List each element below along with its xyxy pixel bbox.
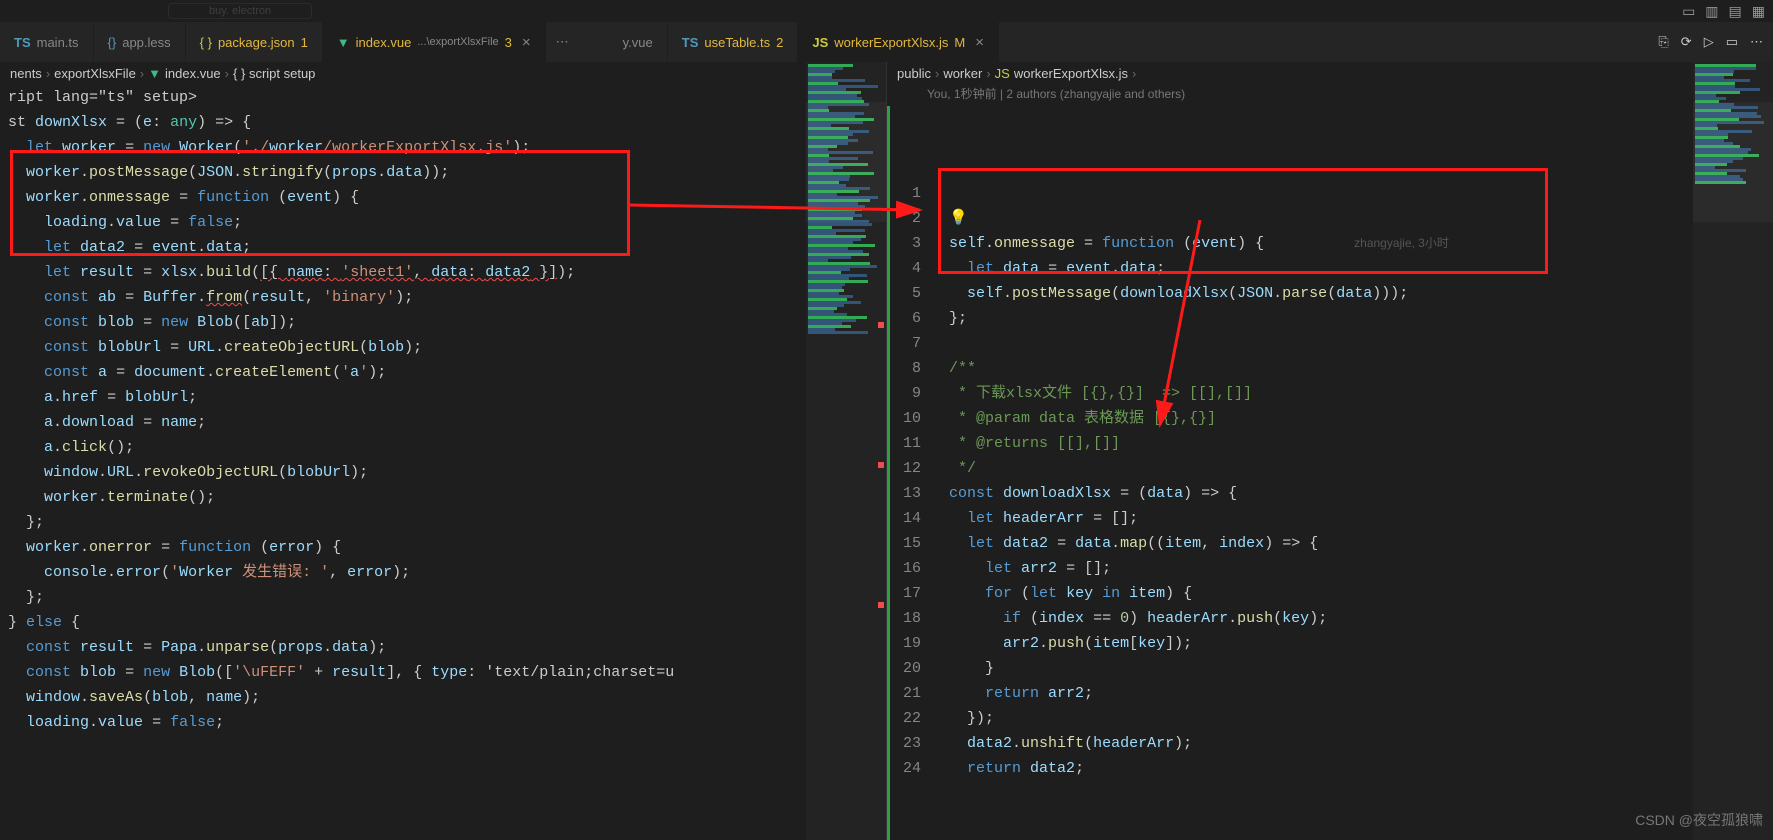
tab-index-vue[interactable]: ▼index.vue...\exportXlsxFile3×	[323, 22, 546, 62]
right-editor-pane: public› worker› JSworkerExportXlsx.js› Y…	[887, 62, 1773, 840]
gutter-change-indicator	[887, 106, 890, 840]
custom-icon[interactable]: ▦	[1752, 3, 1765, 20]
run-icon[interactable]: ▷	[1704, 34, 1714, 50]
breadcrumb-right[interactable]: public› worker› JSworkerExportXlsx.js›	[887, 62, 1773, 85]
title-bar: buy. electron ▭ ▥ ▤ ▦	[0, 0, 1773, 22]
tab-workerexport-js[interactable]: JSworkerExportXlsx.jsM×	[798, 22, 999, 62]
ts-icon: TS	[14, 35, 31, 50]
tab-package-json[interactable]: { }package.json1	[186, 22, 323, 62]
cmd-center[interactable]: buy. electron	[168, 3, 312, 19]
tab-row: TSmain.ts {}app.less { }package.json1 ▼i…	[0, 22, 1773, 62]
watermark: CSDN @夜空孤狼啸	[1635, 810, 1763, 830]
vue-icon: ▼	[148, 66, 161, 81]
more-icon[interactable]: ⋯	[1750, 34, 1763, 50]
js-icon: JS	[812, 35, 828, 50]
close-icon[interactable]: ×	[522, 34, 531, 51]
js-icon: JS	[995, 66, 1010, 81]
split-icon[interactable]: ▭	[1726, 34, 1738, 50]
tab-usetable-ts[interactable]: TSuseTable.ts2	[668, 22, 799, 62]
compare-icon[interactable]: ⎘	[1658, 34, 1668, 50]
layout-icon[interactable]: ▭	[1682, 3, 1695, 20]
code-editor-left[interactable]: ript lang="ts" setup>st downXlsx = (e: a…	[0, 85, 886, 840]
close-icon[interactable]: ×	[975, 34, 984, 51]
code-editor-right[interactable]: 12💡3self.onmessage = function (event) { …	[887, 106, 1773, 840]
left-editor-pane: nents› exportXlsxFile› ▼index.vue› { } s…	[0, 62, 887, 840]
breadcrumb-left[interactable]: nents› exportXlsxFile› ▼index.vue› { } s…	[0, 62, 886, 85]
minimap-right[interactable]	[1693, 62, 1773, 840]
refresh-icon[interactable]: ⟳	[1681, 34, 1692, 50]
tab-y-vue[interactable]: y.vue	[603, 22, 668, 62]
tab-app-less[interactable]: {}app.less	[94, 22, 186, 62]
ts-icon: TS	[682, 35, 699, 50]
json-icon: { }	[200, 35, 212, 50]
tab-main-ts[interactable]: TSmain.ts	[0, 22, 94, 62]
less-icon: {}	[108, 35, 117, 50]
panel-icon[interactable]: ▥	[1705, 3, 1718, 20]
tabs-overflow[interactable]: ⋯	[546, 22, 579, 62]
tab-actions: ⎘ ⟳ ▷ ▭ ⋯	[1648, 22, 1773, 62]
sidebar-icon[interactable]: ▤	[1729, 3, 1742, 20]
git-blame: You, 1秒钟前 | 2 authors (zhangyajie and ot…	[887, 85, 1773, 106]
vue-icon: ▼	[337, 35, 350, 50]
